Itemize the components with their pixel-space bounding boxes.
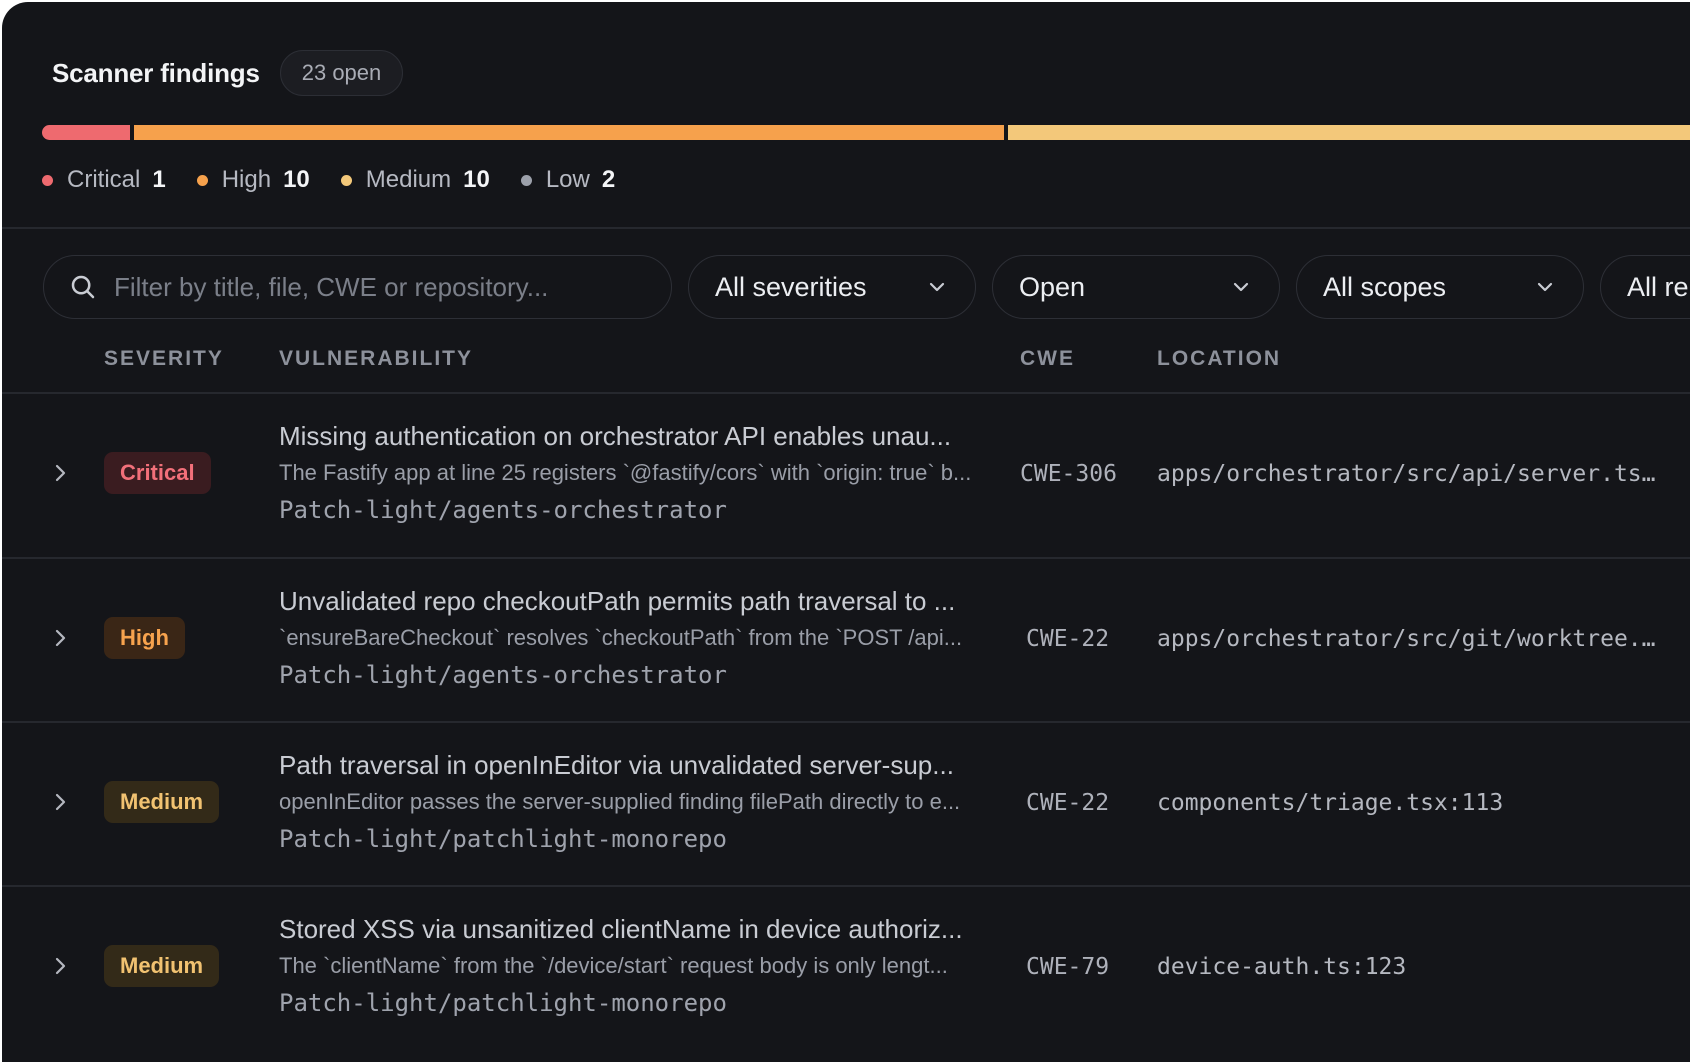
severity-legend: Critical 1 High 10 Medium 10 Low 2 [42,166,646,194]
legend-label: High [221,166,272,193]
filter-bar: All severities Open All scopes All rep [43,255,1690,319]
severity-badge: Critical [104,452,211,494]
legend-label: Critical [67,166,141,193]
finding-title[interactable]: Path traversal in openInEditor via unval… [279,750,991,781]
finding-cwe: CWE-22 [1026,626,1110,652]
finding-title[interactable]: Stored XSS via unsanitized clientName in… [279,914,991,945]
repository-filter-value: All rep [1627,271,1690,302]
finding-location: device-auth.ts:123 [1157,954,1407,980]
repository-filter-select[interactable]: All rep [1600,255,1690,319]
severity-badge: Medium [104,945,220,987]
chevron-right-icon[interactable] [48,790,72,814]
finding-title[interactable]: Unvalidated repo checkoutPath permits pa… [279,586,991,617]
finding-location: components/triage.tsx:113 [1157,790,1504,816]
finding-cwe: CWE-22 [1026,790,1110,816]
finding-cwe: CWE-306 [1020,461,1117,487]
table-row[interactable]: Critical Missing authentication on orche… [2,393,1690,556]
severity-bar-high [134,125,1004,140]
legend-count: 10 [463,166,490,193]
critical-dot-icon [42,174,53,186]
legend-count: 2 [601,166,616,193]
table-row[interactable]: Medium Stored XSS via unsanitized client… [2,886,1690,1049]
finding-description: `ensureBareCheckout` resolves `checkoutP… [279,625,963,650]
section-divider [2,227,1690,229]
finding-description: The Fastify app at line 25 registers `@f… [279,460,972,485]
table-row[interactable]: Medium Path traversal in openInEditor vi… [2,722,1690,885]
severity-badge: High [104,617,185,659]
finding-cwe: CWE-79 [1026,954,1110,980]
open-count-badge: 23 open [279,50,404,96]
table-row[interactable]: High Unvalidated repo checkoutPath permi… [2,558,1690,721]
finding-repository: Patch-light/patchlight-monorepo [279,825,727,853]
page-title: Scanner findings [52,57,260,88]
legend-low: Low 2 [520,166,616,194]
chevron-right-icon[interactable] [48,954,72,978]
low-dot-icon [520,174,532,186]
legend-count: 10 [283,166,310,193]
column-header-location[interactable]: LOCATION [1157,347,1281,371]
finding-repository: Patch-light/agents-orchestrator [279,496,727,524]
finding-location: apps/orchestrator/src/api/server.ts:25 [1157,461,1667,487]
legend-high: High 10 [196,166,310,194]
high-dot-icon [196,174,208,186]
status-filter-value: Open [1019,271,1086,302]
column-header-vulnerability[interactable]: VULNERABILITY [279,347,473,371]
chevron-down-icon [1233,282,1249,292]
column-header-severity[interactable]: SEVERITY [104,347,224,371]
scope-filter-value: All scopes [1323,271,1447,302]
legend-label: Low [545,166,590,193]
panel-header: Scanner findings 23 open [52,50,404,96]
status-filter-select[interactable]: Open [992,255,1280,319]
chevron-down-icon [1537,282,1553,292]
column-header-cwe[interactable]: CWE [1020,347,1075,371]
severity-badge: Medium [104,781,220,823]
scanner-findings-panel: Scanner findings 23 open Critical 1 High… [2,2,1690,1062]
legend-count: 1 [152,166,166,193]
search-input[interactable] [114,271,654,303]
scope-filter-select[interactable]: All scopes [1296,255,1584,319]
severity-bar-critical [42,125,130,140]
finding-description: openInEditor passes the server-supplied … [279,789,961,814]
finding-location: apps/orchestrator/src/git/worktree.ts... [1157,626,1667,652]
finding-repository: Patch-light/agents-orchestrator [279,661,727,689]
legend-label: Medium [365,166,452,193]
search-box[interactable] [43,255,672,319]
finding-description: The `clientName` from the `/device/start… [279,953,948,978]
finding-title[interactable]: Missing authentication on orchestrator A… [279,421,991,452]
chevron-right-icon[interactable] [48,626,72,650]
search-icon [71,275,95,299]
chevron-right-icon[interactable] [48,461,72,485]
severity-distribution-bar [42,125,1690,140]
severity-filter-select[interactable]: All severities [688,255,976,319]
legend-critical: Critical 1 [42,166,166,194]
severity-bar-medium [1008,125,1690,140]
finding-repository: Patch-light/patchlight-monorepo [279,989,727,1017]
chevron-down-icon [929,282,945,292]
medium-dot-icon [340,174,352,186]
severity-filter-value: All severities [715,271,867,302]
legend-medium: Medium 10 [340,166,490,194]
